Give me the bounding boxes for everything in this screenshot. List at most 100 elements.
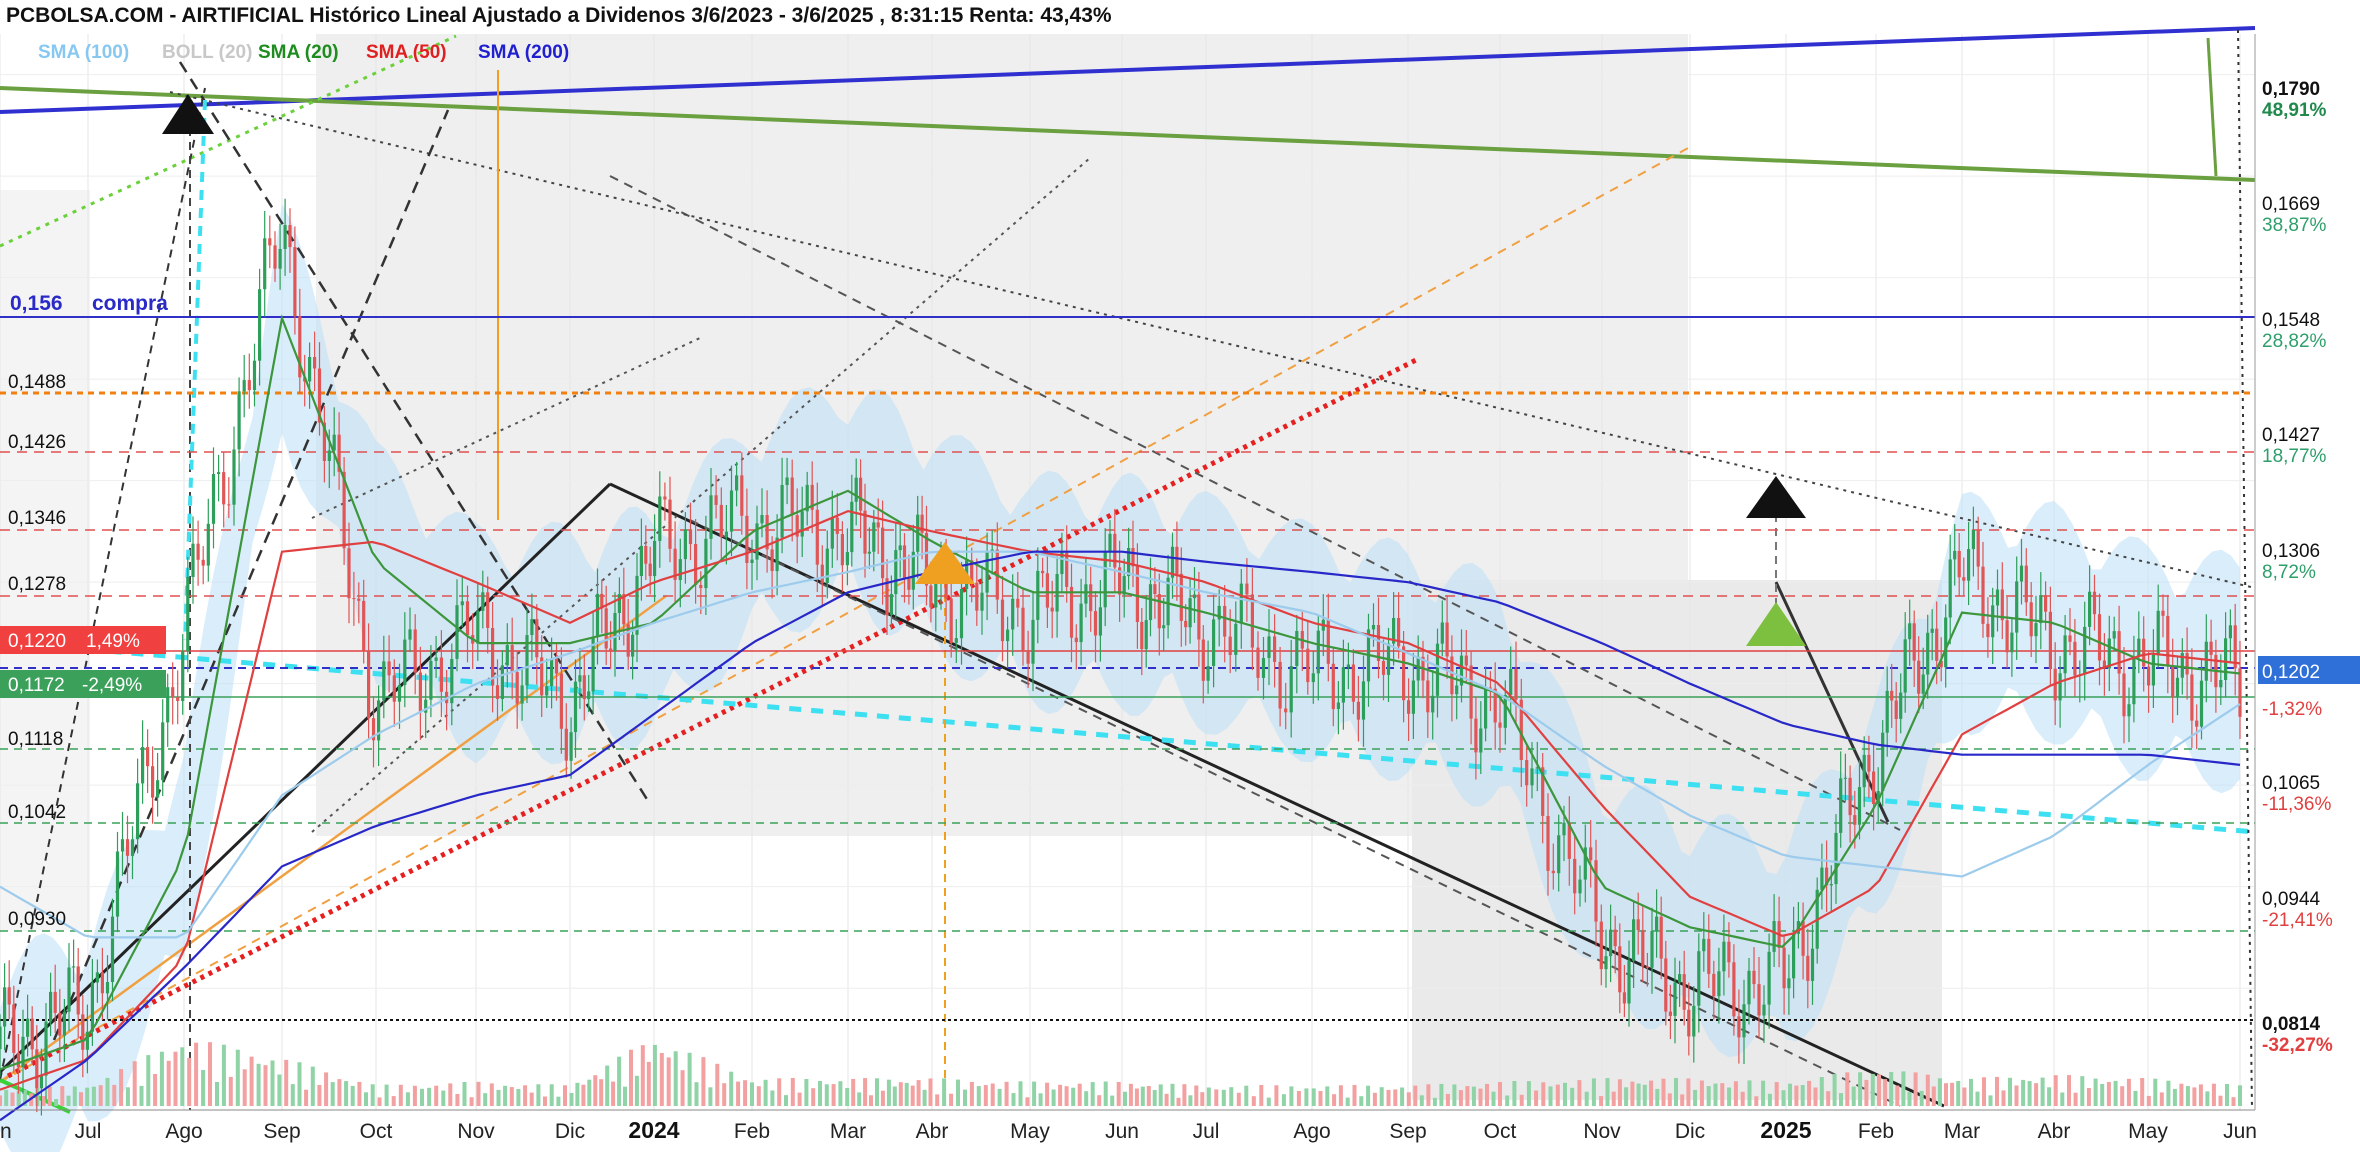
candle-body — [2068, 635, 2072, 642]
candle-body — [820, 564, 824, 583]
volume-bar — [72, 1086, 77, 1106]
volume-bar — [1649, 1080, 1654, 1106]
legend-item: SMA (20) — [258, 42, 339, 63]
candle-body — [898, 545, 902, 551]
volume-bar — [2086, 1088, 2091, 1106]
volume-bar — [2053, 1075, 2058, 1106]
volume-bar — [1332, 1094, 1337, 1106]
volume-bar — [722, 1083, 727, 1106]
volume-bar — [441, 1090, 446, 1106]
volume-bar — [10, 1092, 15, 1106]
volume-bar — [2021, 1079, 2026, 1106]
volume-bar — [1733, 1081, 1738, 1106]
x-tick-label: Dic — [555, 1120, 585, 1143]
candle-body — [176, 697, 180, 701]
candle-body — [609, 648, 613, 651]
right-price-label: 0,1427 — [2262, 425, 2320, 446]
volume-bar — [1439, 1083, 1444, 1106]
candle-body — [191, 543, 195, 577]
candle-body — [825, 548, 829, 583]
candle-body — [1041, 570, 1045, 574]
volume-bar — [646, 1061, 651, 1106]
candle-body — [902, 545, 907, 579]
candle-body — [1361, 681, 1366, 720]
volume-bar — [2080, 1076, 2085, 1106]
right-price-label: 0,0944 — [2262, 889, 2321, 910]
candle-body — [2185, 653, 2189, 675]
volume-bar — [1359, 1096, 1364, 1106]
volume-bar — [1839, 1093, 1843, 1106]
volume-bar — [976, 1086, 981, 1106]
candle-body — [67, 967, 71, 1012]
candle-body — [222, 472, 226, 505]
candle-body — [1381, 661, 1386, 675]
candle-body — [573, 681, 578, 733]
candle-body — [439, 657, 443, 692]
volume-bar — [1128, 1083, 1133, 1106]
volume-bar — [543, 1096, 547, 1106]
volume-bar — [892, 1086, 897, 1106]
candle-body — [1717, 971, 1721, 997]
candle-body — [382, 661, 386, 701]
volume-bar — [1877, 1074, 1881, 1106]
x-tick-label: Oct — [1484, 1120, 1517, 1143]
volume-bar — [1761, 1080, 1766, 1106]
volume-bar — [1206, 1087, 1211, 1106]
volume-bar — [1727, 1087, 1732, 1106]
volume-bar — [1221, 1089, 1226, 1106]
volume-bar — [330, 1082, 335, 1106]
volume-bar — [575, 1082, 580, 1106]
candle-body — [1820, 867, 1824, 890]
candle-body — [1967, 549, 1971, 581]
candle-body — [1594, 860, 1598, 922]
volume-bar — [1800, 1085, 1805, 1106]
candle-body — [1228, 636, 1232, 655]
volume-bar — [1693, 1089, 1698, 1106]
candle-body — [2048, 611, 2052, 669]
volume-bar — [556, 1096, 561, 1106]
right-pct-label: 18,77% — [2262, 446, 2327, 467]
candle-body — [1908, 623, 1912, 640]
candle-body — [2024, 565, 2028, 603]
candle-body — [658, 496, 662, 541]
candle-body — [242, 380, 246, 392]
volume-bar — [563, 1085, 567, 1106]
volume-bar — [60, 1086, 65, 1106]
volume-bar — [1577, 1080, 1582, 1106]
candle-body — [1267, 636, 1271, 658]
volume-bar — [818, 1081, 822, 1106]
volume-bar — [1406, 1092, 1411, 1106]
volume-bar — [1090, 1082, 1095, 1106]
volume-bar — [1832, 1074, 1837, 1106]
volume-bar — [1018, 1081, 1023, 1106]
candle-body — [2156, 610, 2160, 655]
candle-body — [2127, 704, 2131, 717]
candle-body — [1089, 584, 1093, 612]
candle-body — [1762, 1004, 1766, 1016]
candle-body — [740, 475, 744, 516]
volume-bar — [1379, 1087, 1384, 1106]
volume-bar — [2153, 1078, 2158, 1106]
candle-body — [1622, 992, 1626, 1004]
volume-bar — [666, 1057, 671, 1106]
candle-body — [1474, 718, 1478, 753]
candle-body — [26, 1018, 30, 1037]
volume-bar — [623, 1086, 627, 1106]
candle-body — [1853, 815, 1857, 825]
volume-bar — [880, 1090, 885, 1106]
candle-body — [181, 651, 185, 701]
volume-bar — [215, 1082, 219, 1106]
candle-body — [1184, 620, 1188, 628]
candle-body — [559, 673, 563, 729]
volume-bar — [611, 1081, 616, 1106]
x-tick-label: Jul — [1193, 1120, 1220, 1143]
volume-bar — [4, 1089, 9, 1106]
volume-bar — [593, 1075, 598, 1106]
volume-bar — [166, 1060, 171, 1106]
candle-body — [1772, 921, 1776, 952]
volume-bar — [270, 1060, 275, 1106]
right-price-label: 0,1065 — [2262, 773, 2320, 794]
volume-bar — [1555, 1084, 1560, 1106]
x-tick-label: Mar — [830, 1120, 866, 1143]
candle-body — [1957, 550, 1961, 578]
